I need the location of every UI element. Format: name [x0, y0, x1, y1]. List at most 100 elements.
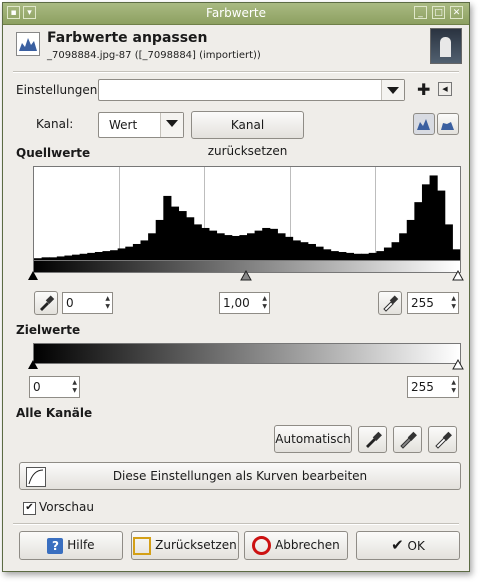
target-low-handle[interactable] [28, 360, 38, 369]
log-histogram-icon[interactable] [437, 113, 459, 135]
histogram-bar [437, 190, 446, 260]
edit-as-curves-label: Diese Einstellungen als Kurven bearbeite… [112, 469, 368, 483]
histogram-bar [292, 240, 301, 260]
histogram-bar [414, 202, 423, 260]
histogram-bar [170, 206, 180, 260]
image-thumbnail [430, 28, 462, 64]
header-divider [13, 71, 459, 73]
spin-arrows-icon[interactable]: ▲ ▼ [451, 379, 456, 395]
histogram-bar [338, 251, 347, 260]
histogram-bar [148, 233, 157, 260]
spin-arrows-icon[interactable]: ▲ ▼ [262, 295, 267, 311]
target-high-input[interactable]: 255 ▲ ▼ [407, 376, 459, 398]
histogram-bar [117, 248, 126, 260]
close-icon[interactable]: ✕ [450, 6, 463, 19]
white-point-picker[interactable] [378, 291, 402, 315]
target-low-value: 0 [33, 380, 41, 394]
histogram-bar [330, 251, 339, 260]
target-low-input[interactable]: 0 ▲ ▼ [29, 376, 80, 398]
settings-combo[interactable] [98, 79, 405, 101]
histogram-bar [132, 243, 141, 260]
black-point-picker[interactable] [34, 291, 58, 315]
source-high-input[interactable]: 255 ▲ ▼ [407, 292, 459, 314]
ok-label: OK [407, 539, 425, 553]
histogram-bar [406, 219, 415, 260]
dialog-title: Farbwerte anpassen [47, 30, 208, 46]
histogram [33, 166, 461, 261]
histogram-bar [383, 247, 393, 260]
title-bar: ▪ ▾ Farbwerte _ □ ✕ [3, 3, 469, 25]
help-label: Hilfe [67, 538, 95, 552]
histogram-bar [178, 211, 187, 260]
histogram-bar [110, 250, 119, 260]
black-picker-icon[interactable] [358, 426, 387, 453]
linear-histogram-icon[interactable] [413, 113, 435, 135]
histogram-bar [269, 228, 278, 260]
histogram-bar [323, 249, 332, 260]
histogram-bar [94, 251, 103, 260]
source-low-handle[interactable] [28, 271, 38, 280]
histogram-bar [155, 219, 164, 260]
histogram-bar [193, 224, 202, 260]
gray-picker-icon[interactable] [393, 426, 422, 453]
histogram-bar [247, 233, 256, 260]
help-button[interactable]: ? Hilfe [19, 531, 123, 560]
spin-arrows-icon[interactable]: ▲ ▼ [105, 295, 110, 311]
reset-button[interactable]: Zurücksetzen [131, 531, 239, 560]
channel-value: Wert [109, 118, 138, 132]
histogram-bar [277, 233, 286, 260]
histogram-bar [300, 242, 309, 260]
histogram-bar [376, 251, 385, 260]
histogram-bar [208, 230, 218, 260]
preview-checkbox[interactable]: ✔ [23, 502, 36, 515]
source-heading: Quellwerte [16, 146, 91, 160]
histogram-bar [429, 175, 438, 260]
histogram-bar [87, 252, 96, 260]
help-icon: ? [47, 537, 64, 554]
preset-menu-icon[interactable]: ◀ [438, 82, 452, 96]
spin-arrows-icon[interactable]: ▲ ▼ [451, 295, 456, 311]
levels-dialog: ▪ ▾ Farbwerte _ □ ✕ Farbwerte anpassen _… [2, 2, 470, 572]
source-high-handle[interactable] [452, 269, 464, 281]
ok-button[interactable]: ✔ OK [356, 531, 460, 560]
chevron-down-icon[interactable] [160, 113, 183, 137]
histogram-bar [186, 217, 195, 260]
maximize-icon[interactable]: □ [432, 6, 445, 19]
edit-as-curves-button[interactable]: Diese Einstellungen als Kurven bearbeite… [19, 462, 461, 490]
histogram-bar [140, 240, 149, 260]
all-channels-heading: Alle Kanäle [16, 406, 93, 420]
channel-combo[interactable]: Wert [98, 112, 184, 138]
add-preset-icon[interactable]: ✚ [417, 80, 430, 99]
histogram-bar [391, 242, 400, 260]
histogram-bar [239, 235, 248, 260]
chevron-down-icon[interactable] [381, 80, 404, 100]
histogram-bar [345, 252, 354, 260]
histogram-bar [231, 235, 240, 260]
cancel-label: Abbrechen [275, 538, 340, 552]
cancel-button[interactable]: Abbrechen [244, 531, 348, 560]
source-low-input[interactable]: 0 ▲ ▼ [62, 292, 113, 314]
histogram-bar [262, 227, 271, 260]
white-picker-icon[interactable] [428, 426, 457, 453]
reset-icon [133, 536, 152, 555]
source-gamma-handle[interactable] [240, 269, 252, 281]
minimize-icon[interactable]: _ [414, 6, 427, 19]
histogram-bar [163, 195, 172, 260]
gamma-value: 1,00 [223, 296, 250, 310]
histogram-bar [368, 252, 377, 260]
histogram-bar [224, 235, 233, 260]
histogram-bar [216, 233, 225, 260]
spin-arrows-icon[interactable]: ▲ ▼ [72, 379, 77, 395]
histogram-bar [421, 184, 431, 260]
histogram-bar [254, 230, 263, 260]
target-high-value: 255 [411, 380, 434, 394]
reset-channel-button[interactable]: Kanal zurücksetzen [191, 111, 304, 158]
channel-label: Kanal: [36, 117, 74, 131]
target-slider-track [28, 358, 464, 370]
auto-button[interactable]: Automatisch [274, 425, 352, 453]
gamma-input[interactable]: 1,00 ▲ ▼ [219, 292, 270, 314]
target-high-handle[interactable] [452, 358, 464, 370]
histogram-bar [399, 233, 408, 260]
histogram-bar [452, 249, 460, 260]
source-high-value: 255 [411, 296, 434, 310]
